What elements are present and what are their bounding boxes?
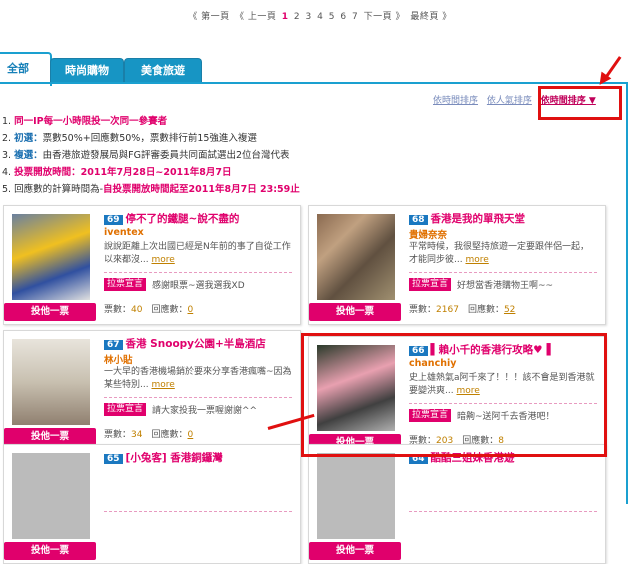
entry-card: 投他一票 69 停不了的鐵腿~說不盡的 iventex 說說距離上次出國已經是N年… (3, 205, 301, 325)
tab-all[interactable]: 全部 (0, 52, 52, 86)
contest-rules: 1. 同一IP每一小時限投一次同一參賽者 2. 初選：票數50%+回應數50%，… (2, 113, 300, 198)
entry-photo[interactable] (317, 453, 395, 539)
entry-stats: 票數：34 回應數：0 (104, 430, 194, 440)
entry-number: 68 (409, 215, 428, 225)
vote-button[interactable]: 投他一票 (4, 542, 96, 560)
entry-number: 69 (104, 215, 123, 225)
campaign-statement: 感謝眼票~選我選我XD (152, 281, 245, 291)
rule-4: 4. 投票開放時間：2011年7月28日~2011年8月7日 (2, 167, 232, 178)
pager-next[interactable]: 下一頁 》 (364, 12, 405, 22)
campaign-badge: 拉票宣言 (409, 278, 452, 291)
pager: 《 第一頁 《 上一頁 1 2 3 4 5 6 7 下一頁 》 最終頁 》 (0, 9, 640, 22)
divider (104, 272, 292, 273)
vote-button[interactable]: 投他一票 (309, 303, 401, 321)
entry-stats: 票數：2167 回應數：52 (409, 305, 516, 315)
pager-page-2[interactable]: 2 (294, 12, 300, 22)
reply-count[interactable]: 0 (188, 430, 194, 440)
entry-title-text: 停不了的鐵腿~說不盡的 (125, 213, 240, 225)
entry-description: 一大早的香港機場銷於要來分享香港瘋嘴~因為某些特別... more (104, 367, 292, 390)
more-link[interactable]: more (151, 380, 174, 390)
pager-page-4[interactable]: 4 (317, 12, 323, 22)
entry-title[interactable]: 67 香港 Snoopy公園+半島酒店 (104, 336, 266, 351)
vote-count: 40 (131, 305, 143, 315)
pager-first[interactable]: 《 第一頁 (188, 12, 229, 22)
divider (104, 511, 292, 512)
reply-count[interactable]: 52 (504, 305, 515, 315)
highlight-box-sort (538, 86, 622, 120)
entry-stats (409, 541, 418, 554)
entry-title[interactable]: 68 香港是我的單飛天堂 (409, 211, 525, 226)
vote-button[interactable]: 投他一票 (309, 542, 401, 560)
divider (409, 511, 597, 512)
entry-card: 投他一票 67 香港 Snoopy公園+半島酒店 林小貼 一大早的香港機場銷於要來… (3, 330, 301, 450)
entry-card: 投他一票 65 [小兔客] 香港銅鑼灣 (3, 444, 301, 564)
pager-page-7[interactable]: 7 (352, 12, 358, 22)
entry-title-text: [小兔客] 香港銅鑼灣 (125, 452, 223, 464)
entry-description: 說說距離上次出國已經是N年前的事了自從工作以來都沒... more (104, 242, 291, 265)
pager-page-5[interactable]: 5 (329, 12, 335, 22)
entry-title[interactable]: 65 [小兔客] 香港銅鑼灣 (104, 450, 223, 465)
more-link[interactable]: more (465, 255, 488, 265)
campaign-statement: 請大家投我一票喔謝謝^^ (152, 406, 258, 416)
entry-author[interactable]: iventex (104, 227, 144, 238)
entry-photo[interactable] (317, 214, 395, 300)
reply-count[interactable]: 0 (188, 305, 194, 315)
rule-1: 1. 同一IP每一小時限投一次同一參賽者 (2, 116, 168, 127)
sort-by-latest[interactable]: 依時間排序 (433, 96, 478, 106)
more-link[interactable]: more (151, 255, 174, 265)
entry-title-text: 香港是我的單飛天堂 (430, 213, 526, 225)
entry-photo[interactable] (12, 339, 90, 425)
entry-card: 投他一票 68 香港是我的單飛天堂 貴婦奈奈 平常時候，我很堅持旅遊一定要跟伴侶一… (308, 205, 606, 325)
entry-photo[interactable] (12, 453, 90, 539)
tab-fashion-shopping[interactable]: 時尚購物 (50, 58, 124, 83)
campaign-badge: 拉票宣言 (104, 403, 147, 416)
divider (104, 397, 292, 398)
sort-by-popularity[interactable]: 依人氣排序 (487, 96, 532, 106)
rule-3: 3. 複選：由香港旅遊發展局與FG評審委員共同面試選出2位台灣代表 (2, 150, 290, 161)
entry-title-text: 香港 Snoopy公園+半島酒店 (125, 338, 266, 350)
campaign-statement: 好想當香港購物王啊~~ (457, 281, 554, 291)
entry-stats: 票數：40 回應數：0 (104, 305, 194, 315)
vote-count: 34 (131, 430, 143, 440)
campaign-badge: 拉票宣言 (104, 278, 147, 291)
rule-2: 2. 初選：票數50%+回應數50%，票數排行前15強進入複選 (2, 133, 257, 144)
divider (409, 272, 597, 273)
entry-title[interactable]: 69 停不了的鐵腿~說不盡的 (104, 211, 239, 226)
entry-number: 67 (104, 340, 123, 350)
pager-last[interactable]: 最終頁 》 (410, 12, 451, 22)
entry-card: 投他一票 64 酷酷三姐妹香港遊 (308, 444, 606, 564)
highlight-box-entry (301, 333, 607, 457)
rule-5: 5. 回應數的計算時間為-自投票開放時間起至2011年8月7日 23:59止 (2, 184, 300, 195)
pager-prev[interactable]: 《 上一頁 (235, 12, 276, 22)
entry-author[interactable]: 林小貼 (104, 352, 133, 366)
vote-button[interactable]: 投他一票 (4, 303, 96, 321)
entry-author[interactable]: 貴婦奈奈 (409, 227, 447, 241)
pager-page-1[interactable]: 1 (282, 12, 289, 22)
pager-page-6[interactable]: 6 (340, 12, 346, 22)
entry-photo[interactable] (12, 214, 90, 300)
entry-number: 65 (104, 454, 123, 464)
vote-count: 2167 (436, 305, 459, 315)
pager-page-3[interactable]: 3 (306, 12, 312, 22)
entry-description: 平常時候，我很堅持旅遊一定要跟伴侶一起，才能同步彼... more (409, 242, 590, 265)
tab-food-travel[interactable]: 美食旅遊 (124, 58, 202, 83)
entry-stats (104, 541, 113, 554)
